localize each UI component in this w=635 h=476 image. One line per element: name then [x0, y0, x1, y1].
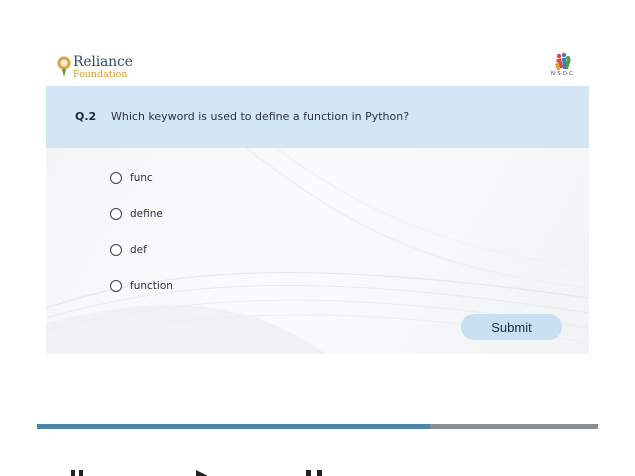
radio-button[interactable] [110, 244, 122, 256]
progress-fill [37, 424, 430, 429]
radio-button[interactable] [110, 172, 122, 184]
option-define[interactable]: define [110, 205, 163, 223]
question-text: Which keyword is used to define a functi… [111, 110, 410, 123]
nsdc-logo: N·S·D·C [544, 52, 580, 82]
nsdc-logo-text: N·S·D·C [550, 71, 574, 77]
option-func[interactable]: func [110, 169, 153, 187]
radio-button[interactable] [110, 280, 122, 292]
logo-text-foundation: Foundation [73, 69, 128, 80]
option-label: func [130, 172, 153, 184]
progress-bar[interactable] [37, 424, 598, 429]
question-number: Q.2 [75, 110, 97, 123]
reliance-flame-icon [57, 56, 71, 77]
logo-text-reliance: Reliance [73, 54, 133, 70]
option-label: function [130, 280, 173, 292]
option-def[interactable]: def [110, 241, 147, 259]
quiz-card: Q.2 Which keyword is used to define a fu… [46, 86, 589, 354]
option-label: define [130, 208, 163, 220]
submit-button[interactable]: Submit [461, 314, 562, 340]
pause-icon[interactable] [304, 470, 326, 476]
option-function[interactable]: function [110, 277, 173, 295]
pause-icon[interactable] [70, 470, 86, 476]
question-bar: Q.2 Which keyword is used to define a fu… [46, 86, 589, 148]
nsdc-figures-icon [555, 52, 571, 70]
radio-button[interactable] [110, 208, 122, 220]
option-label: def [130, 244, 147, 256]
play-icon[interactable] [194, 470, 210, 476]
